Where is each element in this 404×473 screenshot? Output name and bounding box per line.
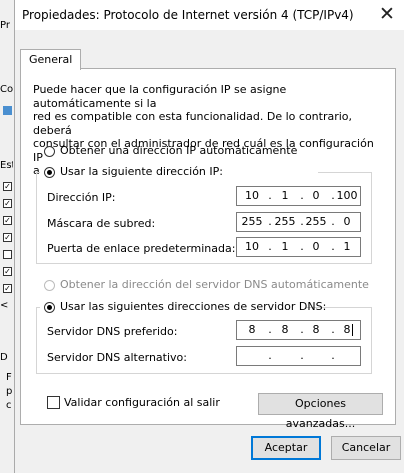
ip-manual-label[interactable]: Usar la siguiente dirección IP: bbox=[60, 165, 223, 178]
octet: 1 bbox=[281, 240, 289, 253]
background-text-fragment: D bbox=[0, 352, 8, 363]
ip-auto-label[interactable]: Obtener una dirección IP automáticamente bbox=[60, 144, 297, 157]
background-checkbox[interactable] bbox=[3, 250, 12, 259]
dns-manual-radio[interactable] bbox=[44, 302, 55, 313]
octet: 8 bbox=[281, 323, 289, 336]
preferred-dns-label: Servidor DNS preferido: bbox=[47, 325, 178, 338]
alternate-dns-input[interactable]: . . . bbox=[236, 346, 361, 366]
background-checkbox[interactable]: ✓ bbox=[3, 284, 12, 293]
octet: 10 bbox=[245, 240, 259, 253]
octet: 255 bbox=[274, 215, 296, 228]
octet: 0 bbox=[312, 189, 320, 202]
dialog-title: Propiedades: Protocolo de Internet versi… bbox=[22, 8, 354, 22]
gateway-label: Puerta de enlace predeterminada: bbox=[47, 242, 236, 255]
octet-dot: . bbox=[300, 349, 304, 362]
gateway-input[interactable]: 10 . 1 . 0 . 1 bbox=[236, 237, 361, 257]
validate-on-exit-label[interactable]: Validar configuración al salir bbox=[64, 396, 220, 409]
octet: 100 bbox=[336, 189, 358, 202]
background-window: Pr Co Esta ✓ ✓ ✓ ✓ ✓ ✓ < D F p c bbox=[0, 0, 15, 473]
scroll-left-arrow[interactable]: < bbox=[0, 300, 13, 311]
dns-auto-radio[interactable] bbox=[44, 280, 55, 291]
octet: 0 bbox=[343, 215, 351, 228]
background-checkbox[interactable]: ✓ bbox=[3, 267, 12, 276]
preferred-dns-input[interactable]: 8 . 8 . 8 . 8 bbox=[236, 320, 361, 340]
alternate-dns-label: Servidor DNS alternativo: bbox=[47, 351, 187, 364]
advanced-options-button[interactable]: Opciones avanzadas... bbox=[258, 393, 383, 430]
subnet-mask-label: Máscara de subred: bbox=[47, 217, 156, 230]
ok-button[interactable]: Aceptar bbox=[251, 436, 321, 460]
octet: 10 bbox=[245, 189, 259, 202]
background-text-fragment: Co bbox=[0, 84, 13, 95]
background-title-fragment: Pr bbox=[0, 20, 10, 31]
ip-auto-radio[interactable] bbox=[44, 146, 55, 157]
network-icon bbox=[3, 106, 12, 115]
text-caret bbox=[352, 324, 353, 336]
octet: 8 bbox=[343, 323, 351, 336]
dns-manual-label[interactable]: Usar las siguientes direcciones de servi… bbox=[60, 300, 326, 313]
background-checkbox[interactable]: ✓ bbox=[3, 182, 12, 191]
tab-general[interactable]: General bbox=[20, 49, 82, 70]
ip-manual-radio[interactable] bbox=[44, 167, 55, 178]
background-checkbox[interactable]: ✓ bbox=[3, 199, 12, 208]
octet: 0 bbox=[312, 240, 320, 253]
octet: 8 bbox=[312, 323, 320, 336]
octet-dot: . bbox=[331, 349, 335, 362]
ip-address-input[interactable]: 10 . 1 . 0 . 100 bbox=[236, 186, 361, 206]
octet: 1 bbox=[343, 240, 351, 253]
octet: 8 bbox=[248, 323, 256, 336]
background-checkbox[interactable]: ✓ bbox=[3, 216, 12, 225]
validate-on-exit-checkbox[interactable] bbox=[47, 396, 60, 409]
octet: 1 bbox=[281, 189, 289, 202]
subnet-mask-input[interactable]: 255 . 255 . 255 . 0 bbox=[236, 212, 361, 232]
octet-dot: . bbox=[268, 349, 272, 362]
close-icon[interactable]: ✕ bbox=[375, 3, 399, 25]
octet: 255 bbox=[241, 215, 263, 228]
background-checkbox[interactable]: ✓ bbox=[3, 233, 12, 242]
cancel-button[interactable]: Cancelar bbox=[331, 436, 401, 460]
background-text-fragment: Esta bbox=[0, 160, 13, 171]
title-bar[interactable]: Propiedades: Protocolo de Internet versi… bbox=[15, 0, 404, 30]
dns-auto-label[interactable]: Obtener la dirección del servidor DNS au… bbox=[60, 278, 369, 291]
octet: 255 bbox=[305, 215, 327, 228]
ip-address-label: Dirección IP: bbox=[47, 191, 116, 204]
